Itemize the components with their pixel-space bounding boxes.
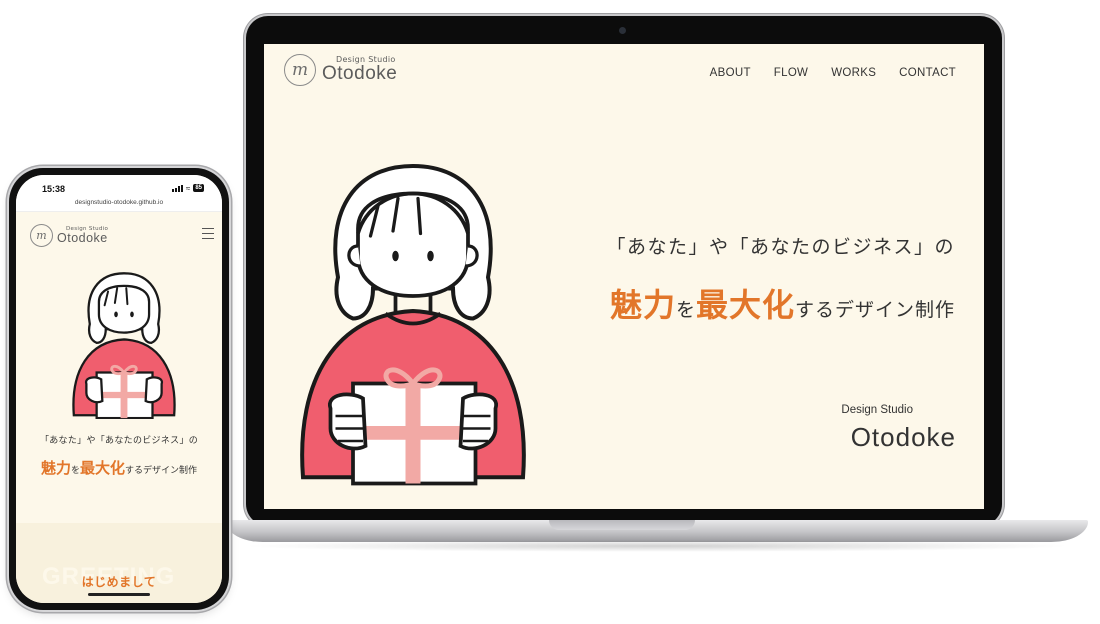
- logo-mark-icon: m: [30, 224, 53, 247]
- hero-accent-maximize: 最大化: [695, 286, 795, 324]
- studio-name: Otodoke: [850, 422, 956, 452]
- nav-item-works[interactable]: WORKS: [831, 67, 876, 79]
- hero-accent-charm: 魅力: [609, 286, 676, 324]
- laptop-shadow: [240, 540, 1074, 552]
- laptop-notch: [549, 520, 695, 530]
- hero-tagline-line1: 「あなた」や「あなたのビジネス」の: [606, 236, 955, 258]
- logo-name: Otodoke: [322, 63, 398, 84]
- laptop-screen: m Design Studio Otodoke ABOUT FLOW WORKS…: [264, 44, 984, 509]
- phone-accent-maximize: 最大化: [80, 459, 126, 477]
- phone-screen: 15:38 ≈ 85 designstudio-otodoke.github.i…: [16, 175, 222, 603]
- logo-text: Design Studio Otodoke: [57, 226, 108, 245]
- camera-icon: [619, 27, 626, 34]
- logo-mark-icon: m: [284, 54, 316, 86]
- nav-item-contact[interactable]: CONTACT: [899, 67, 956, 79]
- studio-subtitle: Design Studio: [841, 404, 913, 416]
- phone-tagline-line2: 魅力を最大化するデザイン制作: [16, 457, 222, 478]
- phone-site-logo[interactable]: m Design Studio Otodoke: [30, 224, 108, 247]
- phone-particle: を: [70, 466, 80, 476]
- laptop-base: [226, 520, 1088, 542]
- logo-text: Design Studio Otodoke: [322, 55, 397, 85]
- hamburger-icon[interactable]: [202, 228, 214, 239]
- laptop-device: m Design Studio Otodoke ABOUT FLOW WORKS…: [246, 16, 1002, 526]
- phone-rest: するデザイン制作: [125, 466, 198, 476]
- wifi-icon: ≈: [185, 183, 191, 193]
- url-bar[interactable]: designstudio-otodoke.github.io: [16, 197, 222, 212]
- status-time: 15:38: [42, 184, 66, 194]
- greeting-section: GREETING はじめまして: [16, 523, 222, 603]
- status-bar: 15:38 ≈ 85: [16, 175, 222, 197]
- home-indicator[interactable]: [88, 593, 150, 596]
- greeting-title: はじめまして: [81, 575, 157, 589]
- phone-device: 15:38 ≈ 85 designstudio-otodoke.github.i…: [9, 168, 229, 610]
- girl-with-gift-illustration-small: [72, 272, 176, 419]
- nav-item-flow[interactable]: FLOW: [774, 67, 808, 79]
- girl-with-gift-illustration: [300, 163, 526, 486]
- hero-rest: するデザイン制作: [794, 299, 955, 321]
- battery-icon: 85: [193, 184, 204, 192]
- status-icons: ≈ 85: [171, 183, 204, 193]
- logo-name: Otodoke: [57, 231, 108, 245]
- site-logo[interactable]: m Design Studio Otodoke: [284, 54, 397, 86]
- main-nav: ABOUT FLOW WORKS CONTACT: [710, 67, 956, 79]
- signal-icon: [171, 184, 183, 192]
- nav-item-about[interactable]: ABOUT: [710, 67, 751, 79]
- phone-tagline-line1: 「あなた」や「あなたのビジネス」の: [39, 436, 199, 446]
- phone-accent-charm: 魅力: [40, 459, 71, 477]
- hero-tagline-line2: 魅力を最大化するデザイン制作: [610, 280, 955, 326]
- hero-particle: を: [675, 299, 696, 321]
